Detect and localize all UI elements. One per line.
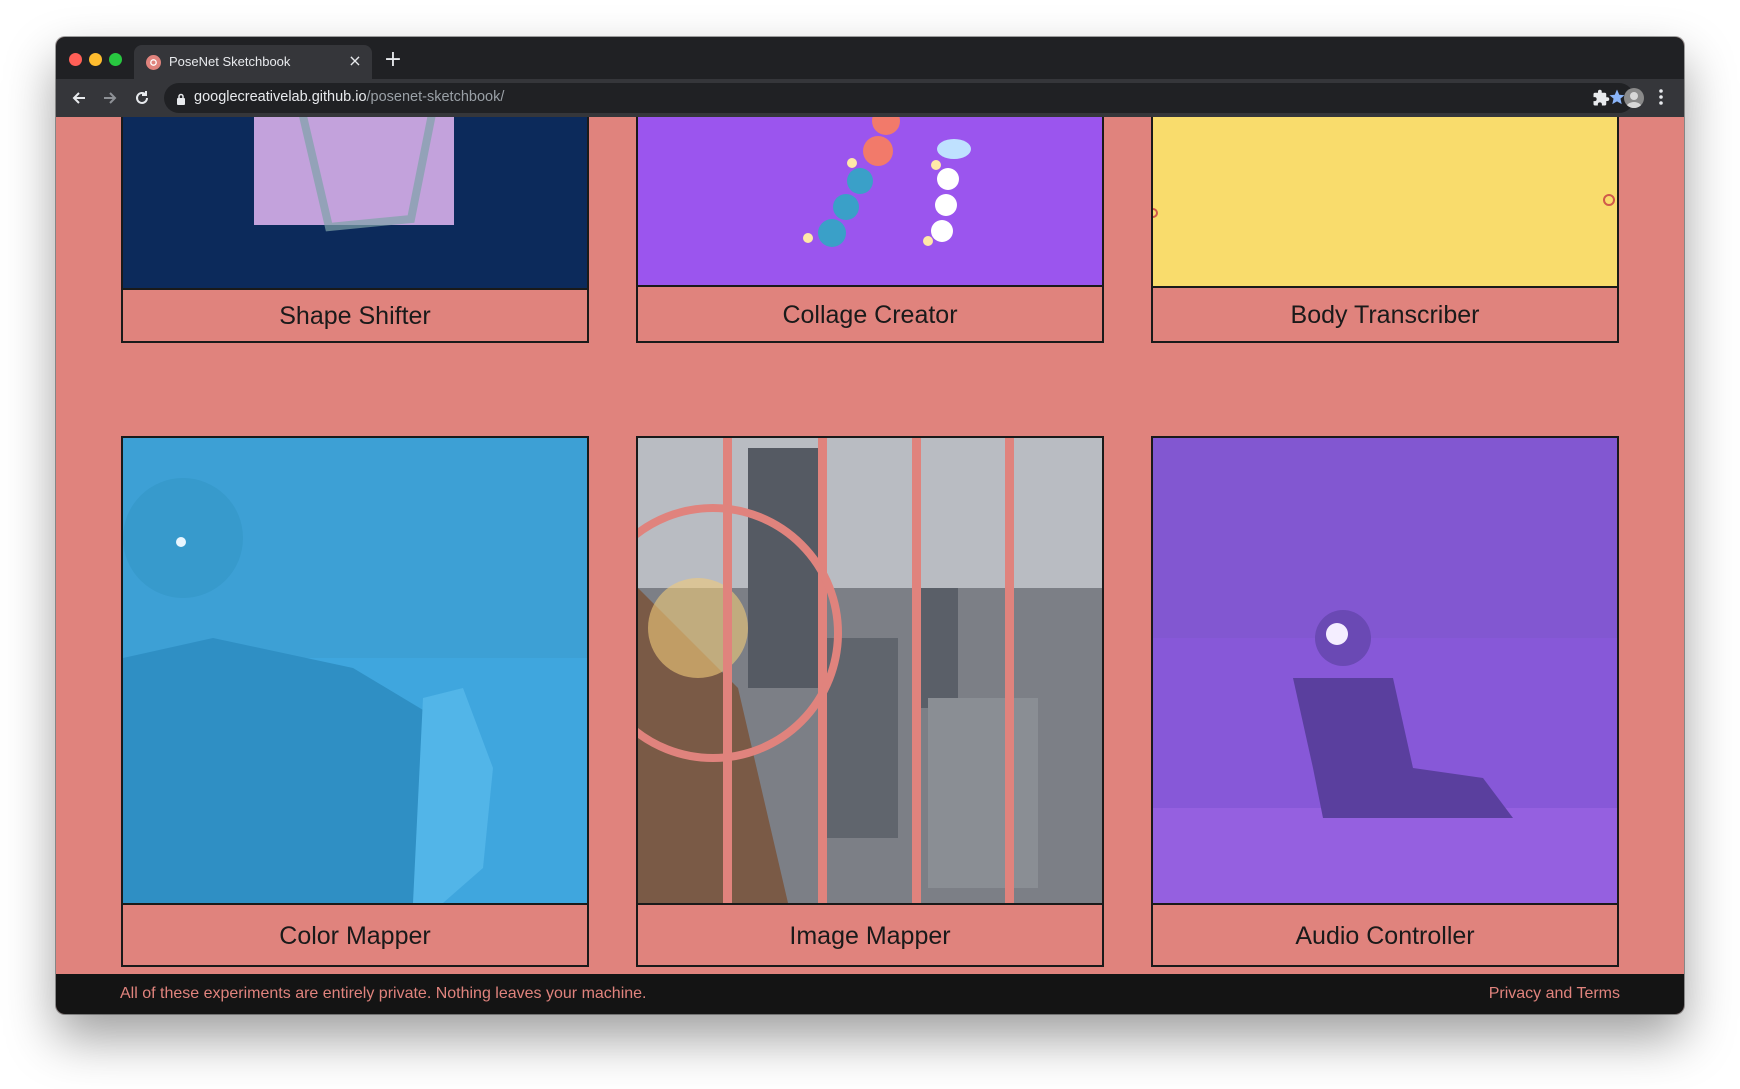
experiment-card-body-transcriber[interactable]: Body Transcriber	[1151, 117, 1619, 343]
browser-window: PoseNet Sketchbook × + googlecreativelab…	[56, 37, 1684, 1014]
menu-kebab-icon[interactable]	[1659, 89, 1663, 109]
back-icon[interactable]	[68, 87, 90, 109]
tab-close-icon[interactable]: ×	[346, 52, 364, 70]
experiment-card-image-mapper[interactable]: Image Mapper	[636, 436, 1104, 967]
privacy-terms-link[interactable]: Privacy and Terms	[1489, 985, 1620, 1003]
card-preview	[638, 117, 1102, 285]
privacy-note: All of these experiments are entirely pr…	[120, 985, 647, 1002]
page-content: Shape Shifter Collage Creator Body Trans…	[56, 117, 1684, 974]
tab-posenet-sketchbook[interactable]: PoseNet Sketchbook ×	[134, 45, 372, 79]
experiment-card-collage-creator[interactable]: Collage Creator	[636, 117, 1104, 343]
card-preview	[123, 117, 587, 288]
experiment-card-shape-shifter[interactable]: Shape Shifter	[121, 117, 589, 343]
close-window-button[interactable]	[69, 53, 82, 66]
minimize-window-button[interactable]	[89, 53, 102, 66]
card-title: Color Mapper	[123, 903, 587, 965]
card-title: Image Mapper	[638, 903, 1102, 965]
tab-strip: PoseNet Sketchbook × +	[56, 37, 1684, 79]
card-title: Collage Creator	[638, 285, 1102, 341]
lock-icon	[176, 91, 186, 110]
page-footer: All of these experiments are entirely pr…	[56, 974, 1684, 1014]
card-preview	[1153, 438, 1617, 903]
card-title: Shape Shifter	[123, 288, 587, 341]
favicon-icon	[146, 55, 161, 70]
card-preview	[123, 438, 587, 903]
reload-icon[interactable]	[131, 87, 153, 109]
card-preview	[1153, 117, 1617, 286]
experiment-card-audio-controller[interactable]: Audio Controller	[1151, 436, 1619, 967]
card-title: Body Transcriber	[1153, 286, 1617, 341]
card-title: Audio Controller	[1153, 903, 1617, 965]
maximize-window-button[interactable]	[109, 53, 122, 66]
url-text: googlecreativelab.github.io/posenet-sket…	[194, 89, 505, 105]
profile-avatar[interactable]	[1624, 88, 1644, 108]
experiment-card-color-mapper[interactable]: Color Mapper	[121, 436, 589, 967]
card-preview	[638, 438, 1102, 903]
extensions-icon[interactable]	[1592, 89, 1610, 111]
tab-title: PoseNet Sketchbook	[169, 54, 291, 69]
address-bar[interactable]: googlecreativelab.github.io/posenet-sket…	[164, 83, 1634, 113]
browser-toolbar: googlecreativelab.github.io/posenet-sket…	[56, 79, 1684, 117]
new-tab-button[interactable]: +	[382, 49, 404, 71]
forward-icon[interactable]	[99, 87, 121, 109]
